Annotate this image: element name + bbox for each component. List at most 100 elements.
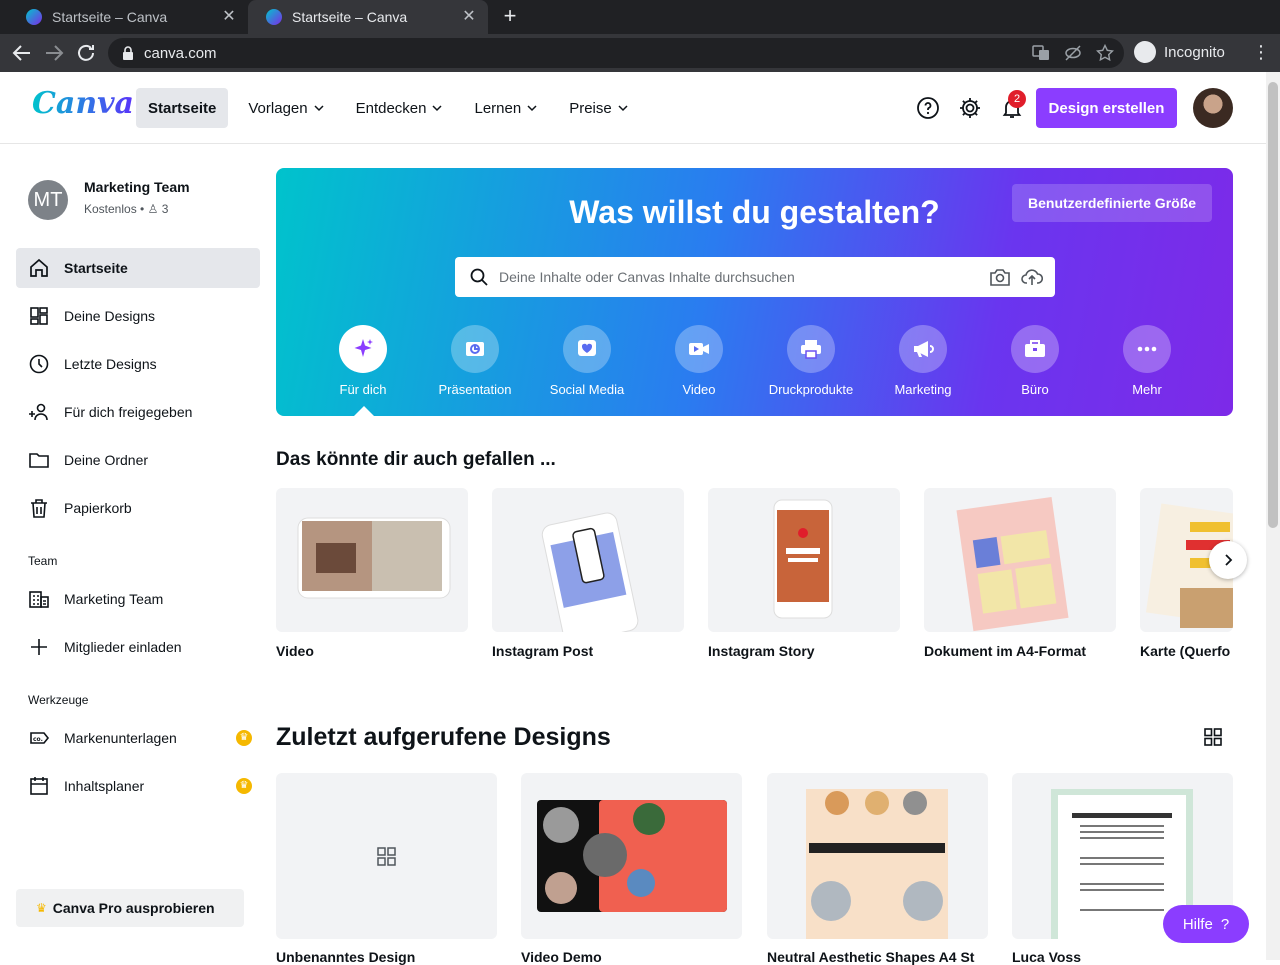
sidebar-item-freigegeben[interactable]: Für dich freigegeben bbox=[16, 392, 260, 432]
settings-gear-icon[interactable] bbox=[958, 96, 982, 120]
recent-card-video-demo[interactable] bbox=[521, 773, 742, 939]
team-avatar[interactable]: MT bbox=[28, 180, 68, 220]
sidebar-item-letzte-designs[interactable]: Letzte Designs bbox=[16, 344, 260, 384]
recent-card-neutral-aesthetic[interactable] bbox=[767, 773, 988, 939]
category-label: Marketing bbox=[894, 382, 952, 397]
nav-lernen[interactable]: Lernen bbox=[462, 88, 549, 128]
building-icon bbox=[29, 591, 49, 608]
create-design-button[interactable]: Design erstellen bbox=[1036, 88, 1177, 128]
nav-label: Preise bbox=[569, 99, 612, 117]
suggestion-card-instagram-story[interactable] bbox=[708, 488, 900, 632]
pro-crown-icon: ♛ bbox=[236, 730, 252, 746]
chevron-down-icon bbox=[618, 105, 628, 112]
chevron-down-icon bbox=[314, 105, 324, 112]
video-thumbnail bbox=[297, 517, 451, 599]
incognito-indicator[interactable]: Incognito bbox=[1134, 41, 1225, 63]
brand-kit-icon: co. bbox=[30, 732, 50, 744]
recent-card-unbenannt[interactable] bbox=[276, 773, 497, 939]
chevron-right-icon bbox=[1225, 554, 1233, 566]
user-avatar[interactable] bbox=[1193, 88, 1233, 128]
browser-tabbar: Startseite – Canva ✕ Startseite – Canva … bbox=[0, 0, 1280, 34]
category-buero[interactable]: Büro bbox=[979, 325, 1091, 397]
address-bar[interactable]: canva.com bbox=[108, 38, 1124, 68]
suggestion-card-instagram-post[interactable] bbox=[492, 488, 684, 632]
camera-search-icon[interactable] bbox=[989, 267, 1011, 287]
page-scrollbar[interactable] bbox=[1266, 72, 1280, 960]
carousel-next-button[interactable] bbox=[1209, 541, 1247, 579]
category-label: Für dich bbox=[339, 382, 387, 397]
reload-icon[interactable] bbox=[74, 41, 98, 65]
sidebar-item-marketing-team[interactable]: Marketing Team bbox=[16, 579, 260, 619]
recent-label: Video Demo bbox=[521, 949, 602, 965]
tab-title: Startseite – Canva bbox=[52, 9, 168, 25]
category-mehr[interactable]: Mehr bbox=[1091, 325, 1203, 397]
canva-favicon-icon bbox=[26, 9, 42, 25]
help-button[interactable]: Hilfe ? bbox=[1163, 905, 1249, 943]
forward-icon[interactable] bbox=[42, 41, 66, 65]
suggestion-card-video[interactable] bbox=[276, 488, 468, 632]
calendar-icon bbox=[30, 777, 48, 795]
svg-text:co.: co. bbox=[33, 736, 43, 743]
close-tab-icon[interactable]: ✕ bbox=[220, 8, 238, 26]
category-social-media[interactable]: Social Media bbox=[531, 325, 643, 397]
bookmark-star-icon[interactable] bbox=[1096, 44, 1114, 62]
sidebar-item-ordner[interactable]: Deine Ordner bbox=[16, 440, 260, 480]
sidebar-item-startseite[interactable]: Startseite bbox=[16, 248, 260, 288]
designs-grid-icon bbox=[30, 307, 48, 325]
sidebar-item-deine-designs[interactable]: Deine Designs bbox=[16, 296, 260, 336]
category-praesentation[interactable]: Präsentation bbox=[419, 325, 531, 397]
pro-crown-icon: ♛ bbox=[236, 778, 252, 794]
nav-entdecken[interactable]: Entdecken bbox=[344, 88, 455, 128]
browser-menu-icon[interactable]: ⋮ bbox=[1252, 42, 1270, 64]
tracking-off-icon[interactable] bbox=[1064, 44, 1082, 62]
suggestion-label: Dokument im A4-Format bbox=[924, 643, 1087, 659]
nav-vorlagen[interactable]: Vorlagen bbox=[236, 88, 335, 128]
category-druckprodukte[interactable]: Druckprodukte bbox=[755, 325, 867, 397]
presentation-icon bbox=[451, 325, 499, 373]
suggestion-card-dokument-a4[interactable] bbox=[924, 488, 1116, 632]
translate-icon[interactable] bbox=[1032, 44, 1050, 62]
video-icon bbox=[675, 325, 723, 373]
category-fuer-dich[interactable]: Für dich bbox=[307, 325, 419, 397]
help-icon[interactable] bbox=[916, 96, 940, 120]
url-text: canva.com bbox=[144, 44, 217, 62]
try-pro-button[interactable]: ♛ Canva Pro ausprobieren bbox=[16, 889, 244, 927]
chevron-down-icon bbox=[432, 105, 443, 112]
plan-label: Kostenlos • bbox=[84, 202, 148, 216]
search-placeholder: Deine Inhalte oder Canvas Inhalte durchs… bbox=[499, 269, 795, 285]
grid-view-icon[interactable] bbox=[1203, 727, 1223, 747]
empty-design-icon bbox=[377, 847, 396, 866]
home-icon bbox=[30, 258, 48, 277]
nav-label: Startseite bbox=[148, 99, 217, 117]
scrollbar-thumb[interactable] bbox=[1268, 82, 1278, 528]
sidebar-label: Startseite bbox=[64, 260, 128, 276]
sidebar-label: Inhaltsplaner bbox=[64, 778, 145, 794]
category-label: Video bbox=[682, 382, 716, 397]
pro-button-label: Canva Pro ausprobieren bbox=[52, 900, 215, 916]
back-icon[interactable] bbox=[10, 41, 34, 65]
sidebar-item-invite[interactable]: Mitglieder einladen bbox=[16, 627, 260, 667]
new-tab-icon[interactable]: + bbox=[498, 5, 522, 29]
recent-label: Luca Voss bbox=[1012, 949, 1081, 965]
recent-designs-title: Zuletzt aufgerufene Designs bbox=[276, 723, 611, 751]
upload-cloud-icon[interactable] bbox=[1021, 267, 1043, 287]
browser-tab[interactable]: Startseite – Canva ✕ bbox=[8, 0, 248, 34]
sparkle-icon bbox=[339, 325, 387, 373]
sidebar-label: Deine Ordner bbox=[64, 452, 149, 468]
instagram-story-thumbnail bbox=[773, 499, 833, 619]
folder-icon bbox=[29, 453, 49, 468]
category-video[interactable]: Video bbox=[643, 325, 755, 397]
sidebar-item-papierkorb[interactable]: Papierkorb bbox=[16, 488, 260, 528]
sidebar-item-inhaltsplaner[interactable]: Inhaltsplaner ♛ bbox=[16, 766, 260, 806]
team-name[interactable]: Marketing Team bbox=[84, 179, 190, 195]
search-input[interactable]: Deine Inhalte oder Canvas Inhalte durchs… bbox=[455, 257, 1055, 297]
nav-startseite[interactable]: Startseite bbox=[136, 88, 229, 128]
category-marketing[interactable]: Marketing bbox=[867, 325, 979, 397]
sidebar-item-markenunterlagen[interactable]: co. Markenunterlagen ♛ bbox=[16, 718, 260, 758]
canva-logo[interactable]: Canva bbox=[32, 86, 134, 121]
suggestion-label: Instagram Post bbox=[492, 643, 594, 659]
close-tab-icon[interactable]: ✕ bbox=[460, 8, 478, 26]
category-label: Social Media bbox=[549, 382, 625, 397]
nav-preise[interactable]: Preise bbox=[557, 88, 640, 128]
browser-tab-active[interactable]: Startseite – Canva ✕ bbox=[248, 0, 488, 34]
